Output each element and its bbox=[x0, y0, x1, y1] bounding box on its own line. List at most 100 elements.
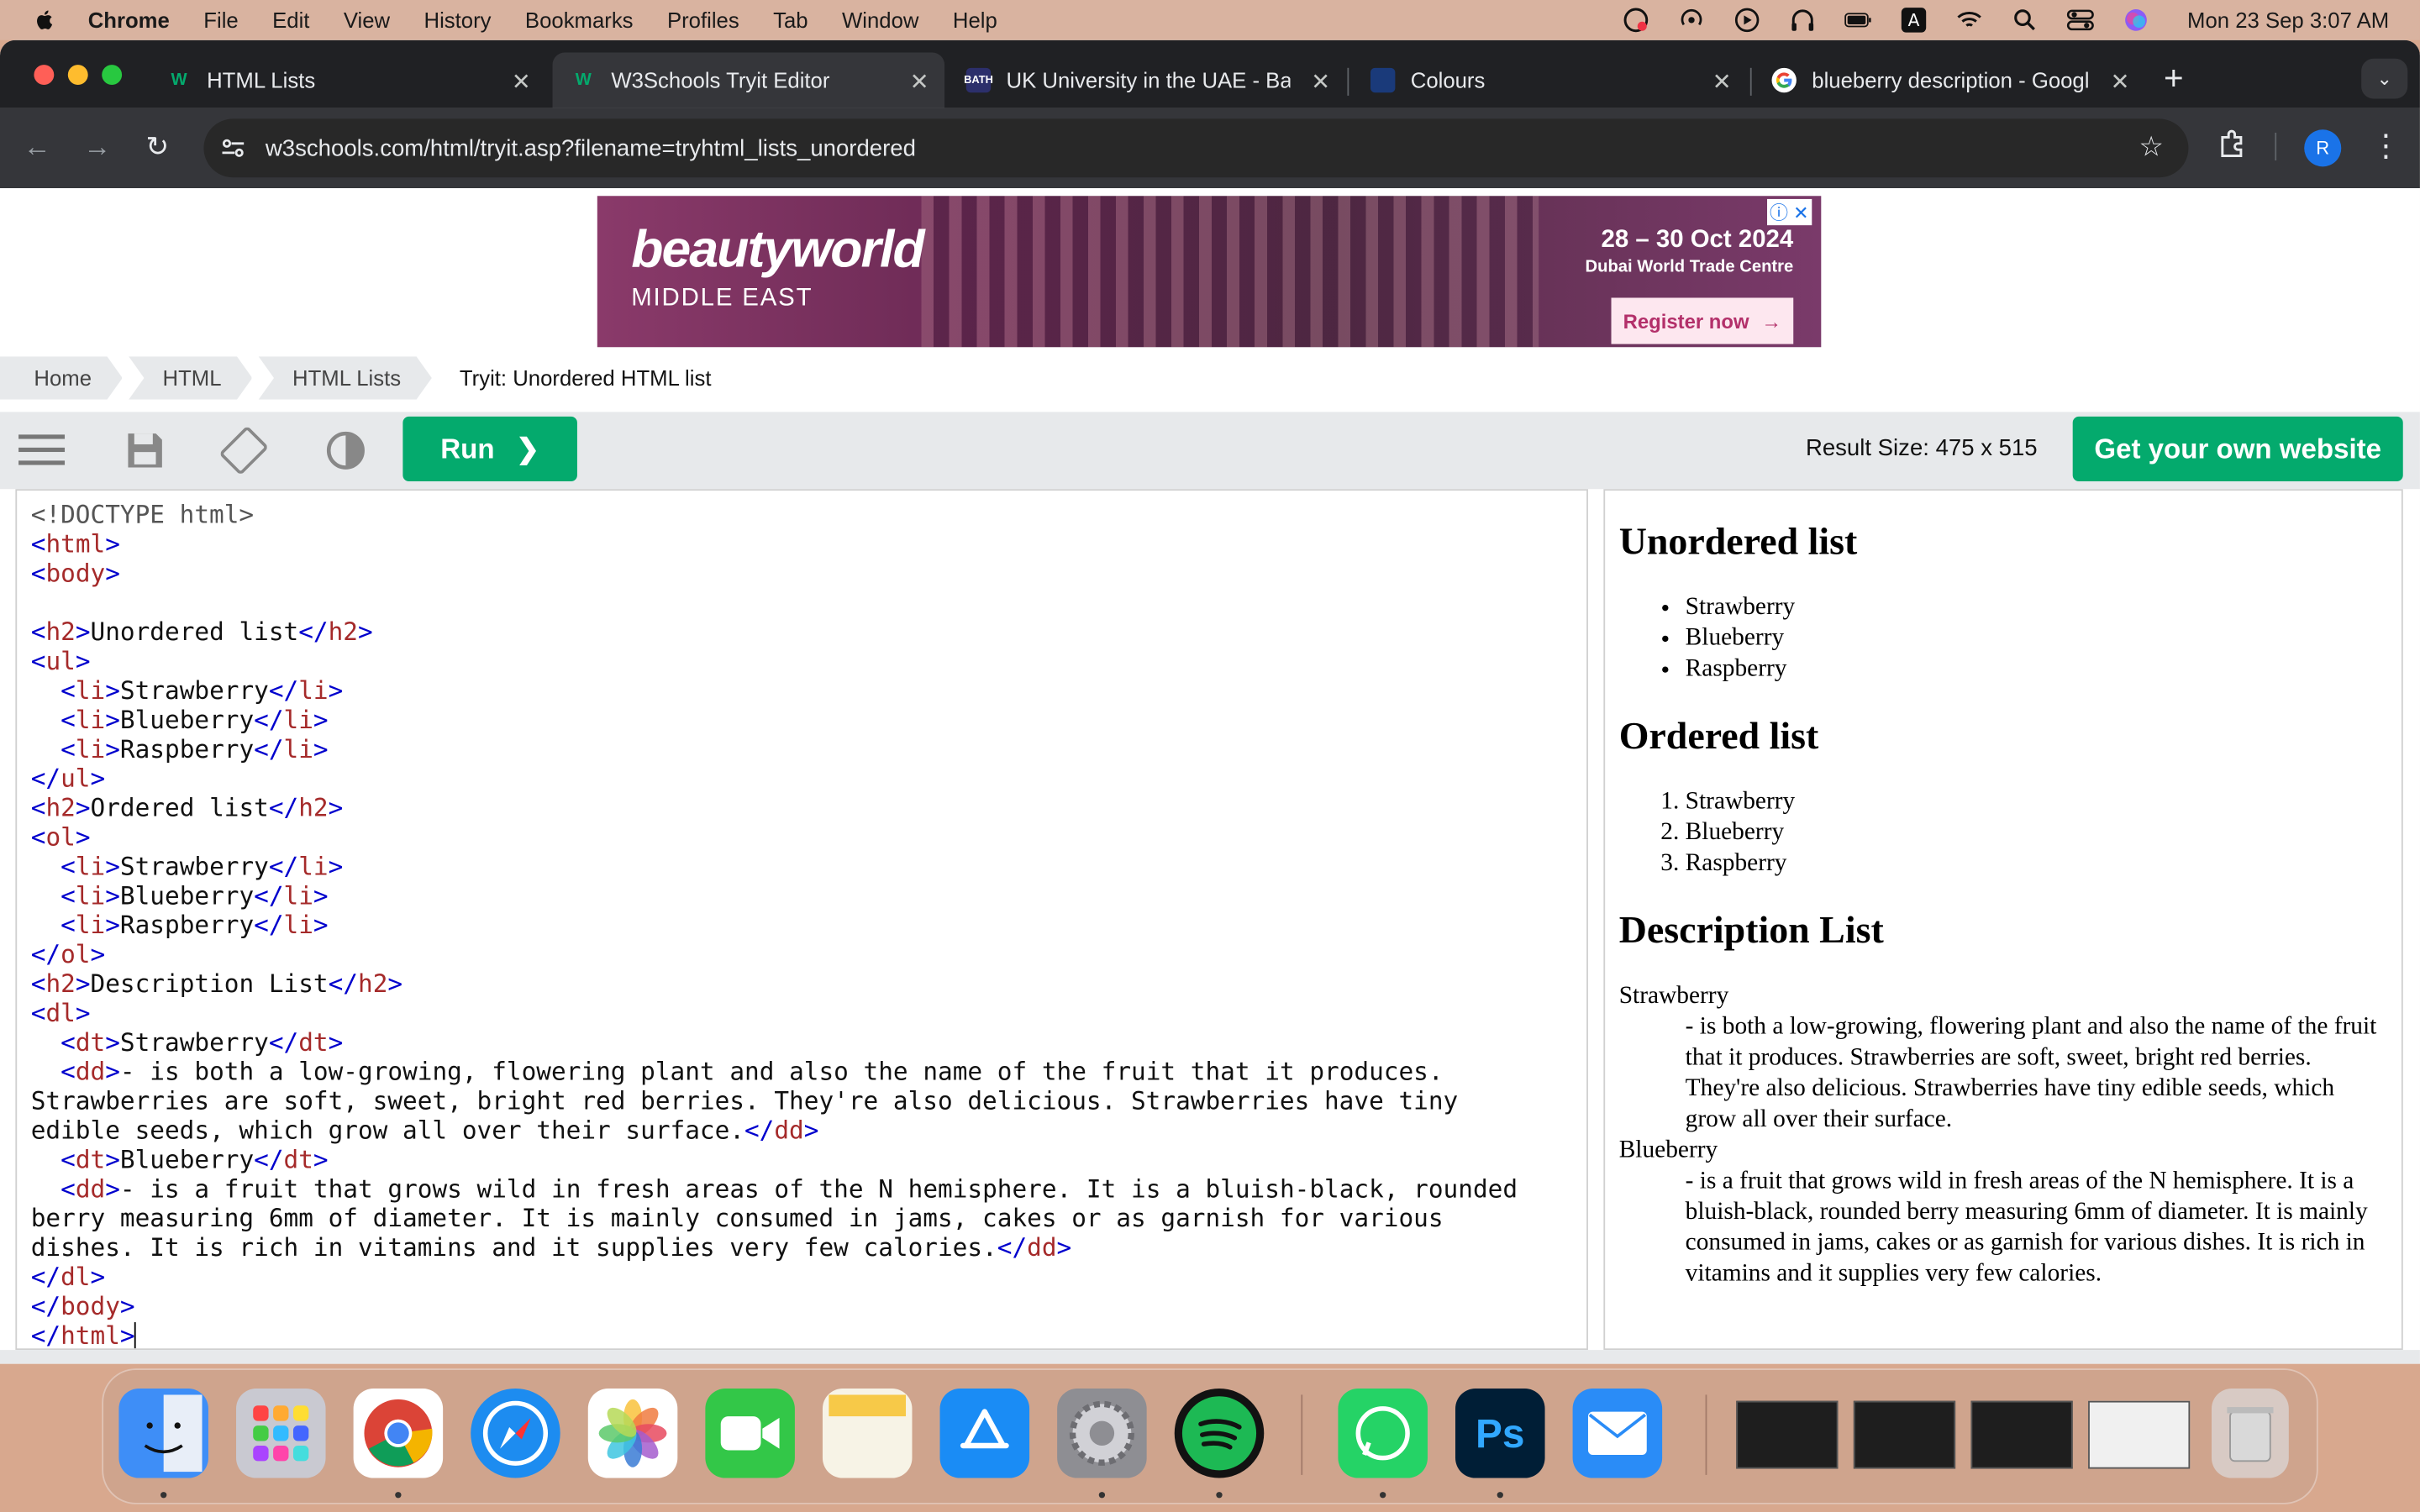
code-line[interactable]: <dt>Blueberry</dt> bbox=[31, 1145, 1586, 1174]
menubar-clock[interactable]: Mon 23 Sep 3:07 AM bbox=[2187, 8, 2389, 32]
get-your-own-website-button[interactable]: Get your own website bbox=[2072, 416, 2403, 482]
input-source-icon[interactable]: A bbox=[1900, 6, 1928, 34]
tab-search-chevron-icon[interactable]: ⌄ bbox=[2361, 58, 2408, 99]
photos-icon[interactable] bbox=[587, 1389, 678, 1478]
close-tab-icon[interactable]: ✕ bbox=[512, 68, 531, 96]
menu-edit[interactable]: Edit bbox=[272, 8, 309, 32]
code-line[interactable]: <li>Blueberry</li> bbox=[31, 705, 1586, 734]
save-icon[interactable] bbox=[122, 430, 168, 470]
tab-google-search[interactable]: blueberry description - Googl ✕ bbox=[1753, 52, 2145, 108]
ad-register-button[interactable]: Register now → bbox=[1611, 297, 1794, 344]
code-line[interactable]: <html> bbox=[31, 529, 1586, 559]
menu-bookmarks[interactable]: Bookmarks bbox=[525, 8, 634, 32]
close-tab-icon[interactable]: ✕ bbox=[2111, 68, 2130, 96]
tab-uk-university[interactable]: BATH UK University in the UAE - Ba ✕ bbox=[948, 52, 1346, 108]
code-line[interactable]: <dl> bbox=[31, 998, 1586, 1027]
minimized-window-thumbnail[interactable] bbox=[2088, 1400, 2191, 1469]
control-center-icon[interactable] bbox=[2067, 6, 2095, 34]
system-settings-icon[interactable] bbox=[1057, 1389, 1147, 1478]
new-tab-icon[interactable]: + bbox=[2164, 59, 2184, 99]
code-line[interactable]: Strawberries are soft, sweet, bright red… bbox=[31, 1086, 1586, 1116]
code-line[interactable]: <li>Strawberry</li> bbox=[31, 852, 1586, 881]
ad-banner[interactable]: beautyworld MIDDLE EAST 28 – 30 Oct 2024… bbox=[597, 196, 1822, 348]
close-window-button[interactable] bbox=[34, 65, 55, 86]
airdrop-icon[interactable] bbox=[1678, 6, 1706, 34]
code-line[interactable]: <h2>Ordered list</h2> bbox=[31, 793, 1586, 822]
spotify-icon[interactable] bbox=[1174, 1389, 1265, 1478]
ad-choices-close-icon[interactable]: ⓘ ✕ bbox=[1766, 198, 1812, 226]
site-settings-icon[interactable] bbox=[219, 134, 247, 162]
minimize-window-button[interactable] bbox=[67, 65, 88, 86]
minimized-window-thumbnail[interactable] bbox=[1853, 1400, 1956, 1469]
code-line[interactable]: edible seeds, which grow all over their … bbox=[31, 1116, 1586, 1145]
code-line[interactable]: berry measuring 6mm of diameter. It is m… bbox=[31, 1204, 1586, 1233]
zoom-window-button[interactable] bbox=[102, 65, 123, 86]
wifi-icon[interactable] bbox=[1956, 6, 1984, 34]
code-line[interactable]: <dd>- is both a low-growing, flowering p… bbox=[31, 1057, 1586, 1086]
bookmark-star-icon[interactable]: ☆ bbox=[2139, 131, 2164, 164]
trash-icon[interactable] bbox=[2211, 1389, 2289, 1478]
code-line[interactable]: <body> bbox=[31, 559, 1586, 588]
reload-icon[interactable]: ↻ bbox=[140, 129, 174, 163]
tab-w3schools-tryit[interactable]: W W3Schools Tryit Editor ✕ bbox=[552, 52, 945, 108]
battery-icon[interactable] bbox=[1844, 6, 1872, 34]
notes-icon[interactable] bbox=[822, 1389, 913, 1478]
creative-cloud-icon[interactable] bbox=[1623, 6, 1650, 34]
photoshop-icon[interactable]: Ps bbox=[1455, 1389, 1545, 1478]
url-text[interactable]: w3schools.com/html/tryit.asp?filename=tr… bbox=[266, 135, 916, 161]
code-line[interactable] bbox=[31, 588, 1586, 617]
chrome-icon[interactable] bbox=[353, 1389, 444, 1478]
mail-icon[interactable] bbox=[1572, 1389, 1663, 1478]
code-line[interactable]: <ol> bbox=[31, 822, 1586, 852]
apple-menu-icon[interactable] bbox=[33, 8, 57, 32]
app-store-icon[interactable] bbox=[939, 1389, 1030, 1478]
launchpad-icon[interactable] bbox=[236, 1389, 326, 1478]
menu-window[interactable]: Window bbox=[842, 8, 918, 32]
facetime-icon[interactable] bbox=[705, 1389, 795, 1478]
code-line[interactable]: <li>Raspberry</li> bbox=[31, 911, 1586, 940]
menu-profiles[interactable]: Profiles bbox=[667, 8, 739, 32]
menu-help[interactable]: Help bbox=[953, 8, 997, 32]
address-bar[interactable]: w3schools.com/html/tryit.asp?filename=tr… bbox=[203, 118, 2189, 178]
breadcrumb-html[interactable]: HTML bbox=[129, 356, 252, 399]
code-line[interactable]: </body> bbox=[31, 1291, 1586, 1320]
siri-icon[interactable] bbox=[2123, 6, 2150, 34]
spotlight-search-icon[interactable] bbox=[2012, 6, 2039, 34]
code-line[interactable]: </ul> bbox=[31, 764, 1586, 793]
breadcrumb-html-lists[interactable]: HTML Lists bbox=[259, 356, 432, 399]
close-tab-icon[interactable]: ✕ bbox=[1712, 68, 1732, 96]
chrome-menu-kebab-icon[interactable]: ⋮ bbox=[2370, 127, 2402, 165]
menu-file[interactable]: File bbox=[203, 8, 238, 32]
profile-avatar[interactable]: R bbox=[2304, 129, 2342, 167]
code-editor[interactable]: <!DOCTYPE html> <html> <body> <h2>Unordered… bbox=[15, 489, 1588, 1351]
code-line[interactable]: </ol> bbox=[31, 940, 1586, 969]
play-icon[interactable] bbox=[1733, 6, 1761, 34]
code-line[interactable]: dishes. It is rich in vitamins and it su… bbox=[31, 1233, 1586, 1263]
code-line[interactable]: </html> bbox=[31, 1320, 1586, 1349]
menu-view[interactable]: View bbox=[344, 8, 390, 32]
tab-colours[interactable]: Colours ✕ bbox=[1352, 52, 1747, 108]
close-tab-icon[interactable]: ✕ bbox=[910, 68, 929, 96]
code-line[interactable]: <!DOCTYPE html> bbox=[31, 500, 1586, 529]
extensions-puzzle-icon[interactable] bbox=[2217, 127, 2250, 169]
code-line[interactable]: <li>Strawberry</li> bbox=[31, 675, 1586, 705]
minimized-window-thumbnail[interactable] bbox=[1736, 1400, 1839, 1469]
code-line[interactable]: <dd>- is a fruit that grows wild in fres… bbox=[31, 1174, 1586, 1204]
tab-html-lists[interactable]: W HTML Lists ✕ bbox=[148, 52, 546, 108]
safari-icon[interactable] bbox=[471, 1389, 560, 1478]
code-line[interactable]: </dl> bbox=[31, 1262, 1586, 1291]
code-line[interactable]: <li>Raspberry</li> bbox=[31, 734, 1586, 764]
whatsapp-icon[interactable] bbox=[1338, 1389, 1428, 1478]
menu-app-name[interactable]: Chrome bbox=[88, 8, 170, 32]
headphones-icon[interactable] bbox=[1789, 6, 1817, 34]
code-line[interactable]: <dt>Strawberry</dt> bbox=[31, 1027, 1586, 1057]
run-button[interactable]: Run ❯ bbox=[402, 416, 577, 482]
back-arrow-icon[interactable]: ← bbox=[20, 129, 54, 163]
menu-history[interactable]: History bbox=[424, 8, 492, 32]
finder-icon[interactable] bbox=[118, 1389, 208, 1478]
forward-arrow-icon[interactable]: → bbox=[81, 129, 114, 163]
menu-tab[interactable]: Tab bbox=[773, 8, 808, 32]
close-tab-icon[interactable]: ✕ bbox=[1311, 68, 1330, 96]
minimized-window-thumbnail[interactable] bbox=[1970, 1400, 2073, 1469]
code-line[interactable]: <ul> bbox=[31, 647, 1586, 676]
